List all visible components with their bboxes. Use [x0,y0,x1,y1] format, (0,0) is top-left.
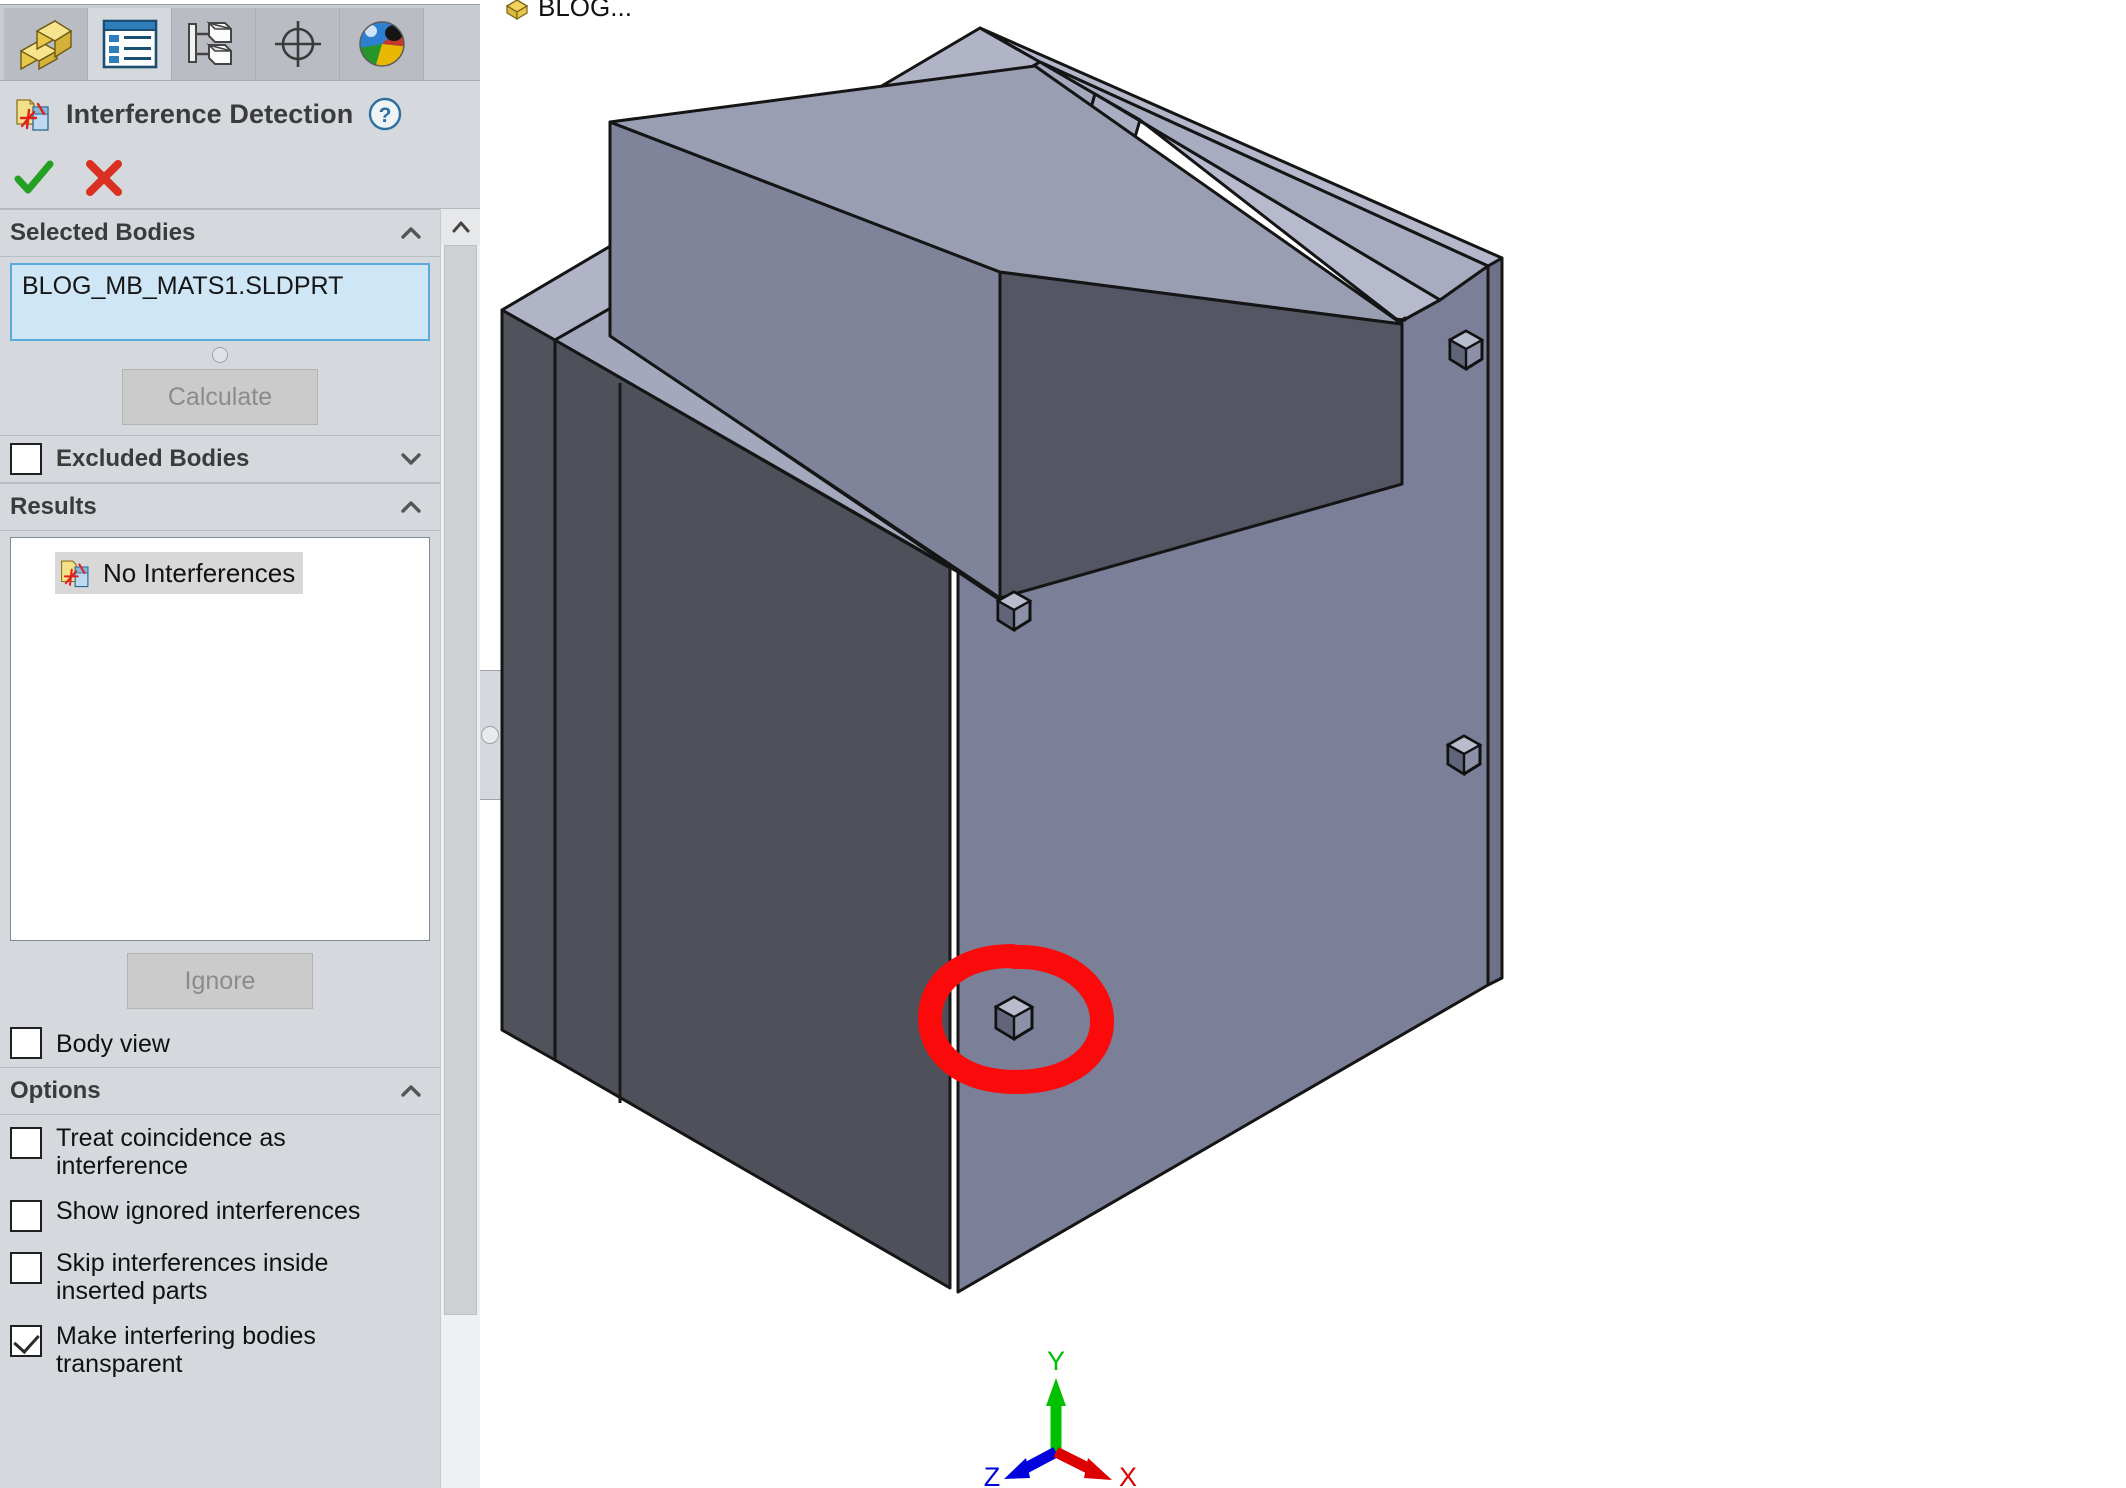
panel-action-row [0,147,480,209]
cancel-button[interactable] [82,156,126,200]
accept-button[interactable] [12,156,56,200]
tab-property-manager[interactable] [88,8,172,80]
triad-axis-x: X [1053,1447,1137,1488]
option-treat-coincidence-row[interactable]: Treat coincidence as interference [0,1115,440,1188]
manager-tab-strip [0,5,480,81]
green-check-icon [14,160,54,193]
model-viewport[interactable] [480,0,2126,1488]
result-item-label: No Interferences [103,557,296,588]
graphics-area[interactable]: BLOG... Y Z X [480,0,2126,1488]
triad-axis-y: Y [1046,1346,1066,1452]
option-skip-inserted-checkbox[interactable] [10,1252,42,1284]
ignore-button[interactable]: Ignore [127,953,313,1009]
coordinate-triad: Y Z X [984,1346,1137,1488]
option-show-ignored-row[interactable]: Show ignored interferences [0,1188,440,1240]
tab-configuration-manager[interactable] [172,8,256,80]
hex-bolt-lower-left [993,995,1035,1042]
property-manager-panel: Interference Detection ? Selected Bodies… [0,0,480,1488]
color-sphere-icon [358,21,405,67]
section-title-options: Options [10,1077,101,1104]
body-view-label: Body view [56,1029,170,1058]
section-header-options[interactable]: Options [0,1067,440,1115]
interference-detection-icon [16,98,49,131]
section-header-excluded-bodies[interactable]: Excluded Bodies [0,435,440,483]
panel-scrollbar[interactable] [440,209,480,1488]
config-tree-icon [187,21,232,65]
hex-bolt-right-lower [1445,734,1483,777]
option-make-transparent-row[interactable]: Make interfering bodies transparent [0,1313,440,1386]
interference-detection-icon [60,560,89,588]
triad-axis-z: Z [984,1447,1059,1488]
resize-grip[interactable] [0,341,440,365]
option-show-ignored-label: Show ignored interferences [56,1197,361,1225]
triad-label-z: Z [984,1462,1001,1488]
body-view-row[interactable]: Body view [0,1019,440,1067]
triad-label-x: X [1119,1462,1137,1488]
blue-list-icon [102,19,157,68]
list-item[interactable]: No Interferences [55,552,304,594]
yellow-blocks-icon [19,19,72,71]
panel-content: Selected Bodies BLOG_MB_MATS1.SLDPRT Cal… [0,209,440,1488]
page-title: Interference Detection [66,98,354,129]
chevron-up-icon[interactable] [398,1078,424,1104]
chevron-up-icon [452,221,469,233]
help-question-icon[interactable]: ? [367,96,403,132]
hex-bolt-top-right [1447,329,1485,372]
scrollbar-thumb[interactable] [444,245,477,1315]
option-skip-inserted-label: Skip interferences inside inserted parts [56,1249,329,1305]
option-treat-coincidence-label: Treat coincidence as interference [56,1124,286,1180]
selected-bodies-input[interactable]: BLOG_MB_MATS1.SLDPRT [10,263,430,341]
tab-feature-manager[interactable] [4,8,88,80]
chevron-up-icon[interactable] [398,220,424,246]
model-face-right-edge [1486,256,1504,987]
option-make-transparent-label: Make interfering bodies transparent [56,1322,316,1378]
chevron-up-icon[interactable] [398,494,424,520]
option-skip-inserted-row[interactable]: Skip interferences inside inserted parts [0,1240,440,1313]
calculate-button[interactable]: Calculate [122,369,318,425]
hex-bolt-middle-left [995,590,1033,633]
section-title-results: Results [10,493,97,520]
model-face-left-outer [500,308,557,1062]
body-view-checkbox[interactable] [10,1027,42,1059]
option-treat-coincidence-checkbox[interactable] [10,1127,42,1159]
results-list[interactable]: No Interferences [10,537,430,941]
selected-bodies-field-wrap: BLOG_MB_MATS1.SLDPRT [0,257,440,341]
panel-title-row: Interference Detection ? [0,81,480,147]
panel-scroll-area: Selected Bodies BLOG_MB_MATS1.SLDPRT Cal… [0,209,480,1488]
scrollbar-up-button[interactable] [441,209,480,245]
svg-text:?: ? [379,104,392,127]
red-x-icon [86,159,122,196]
section-title-excluded-bodies: Excluded Bodies [56,445,250,472]
ignore-button-row: Ignore [0,941,440,1019]
calculate-button-row: Calculate [0,365,440,435]
triad-label-y: Y [1047,1346,1065,1376]
section-header-results[interactable]: Results [0,483,440,531]
crosshair-target-icon [274,21,321,67]
chevron-down-icon[interactable] [398,446,424,472]
tab-display-manager[interactable] [340,8,424,80]
option-make-transparent-checkbox[interactable] [10,1325,42,1357]
option-show-ignored-checkbox[interactable] [10,1200,42,1232]
solidworks-window: Interference Detection ? Selected Bodies… [0,0,2126,1488]
excluded-bodies-checkbox[interactable] [10,443,42,475]
section-title-selected-bodies: Selected Bodies [10,219,196,246]
tab-dimxpert-manager[interactable] [256,8,340,80]
section-header-selected-bodies[interactable]: Selected Bodies [0,209,440,257]
